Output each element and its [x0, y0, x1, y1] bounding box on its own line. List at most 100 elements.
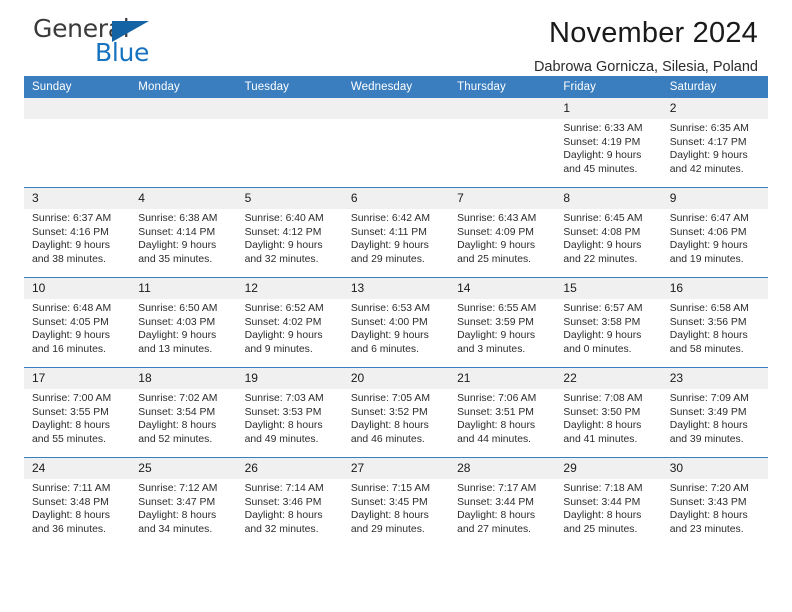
calendar-day-cell[interactable]: [342, 98, 450, 188]
day-number: [24, 98, 131, 119]
calendar-day-cell[interactable]: 27 Sunrise: 7:15 AM Sunset: 3:45 PM Dayligh…: [342, 457, 450, 547]
calendar-day-cell[interactable]: 12 Sunrise: 6:52 AM Sunset: 4:02 PM Dayligh…: [236, 277, 343, 368]
day-info: Sunrise: 6:47 AM Sunset: 4:06 PM Daylight:…: [662, 209, 768, 266]
day-number: 4: [130, 188, 237, 209]
sunrise-text: Sunrise: 7:15 AM: [350, 483, 430, 494]
sunrise-text: Sunrise: 6:40 AM: [244, 213, 324, 224]
calendar-day-cell[interactable]: 20 Sunrise: 7:05 AM Sunset: 3:52 PM Dayligh…: [342, 367, 450, 458]
calendar-day-cell[interactable]: 24 Sunrise: 7:11 AM Sunset: 3:48 PM Dayligh…: [24, 457, 131, 547]
calendar-day-cell[interactable]: 23 Sunrise: 7:09 AM Sunset: 3:49 PM Dayligh…: [661, 367, 768, 458]
day-cell-3: 3 Sunrise: 6:37 AM Sunset: 4:16 PM Daylight…: [24, 188, 131, 277]
sunrise-text: Sunrise: 6:47 AM: [669, 213, 749, 224]
calendar-day-cell[interactable]: 15 Sunrise: 6:57 AM Sunset: 3:58 PM Dayligh…: [555, 277, 662, 368]
day-info: Sunrise: 7:18 AM Sunset: 3:44 PM Daylight:…: [555, 479, 661, 536]
day-number: 19: [236, 368, 343, 389]
day-cell-4: 4 Sunrise: 6:38 AM Sunset: 4:14 PM Daylight…: [130, 188, 237, 277]
calendar-day-cell[interactable]: 25 Sunrise: 7:12 AM Sunset: 3:47 PM Dayligh…: [130, 457, 237, 547]
sunrise-text: Sunrise: 7:12 AM: [138, 483, 218, 494]
calendar-day-cell[interactable]: 30 Sunrise: 7:20 AM Sunset: 3:43 PM Dayligh…: [661, 457, 768, 547]
sunset-text: Sunset: 3:58 PM: [563, 316, 641, 328]
calendar-day-cell[interactable]: [130, 98, 237, 188]
daylight-text: Daylight: 8 hours and 23 minutes.: [669, 510, 748, 535]
day-cell-16: 16 Sunrise: 6:58 AM Sunset: 3:56 PM Dayligh…: [661, 278, 768, 367]
day-number: 16: [661, 278, 768, 299]
calendar-day-cell[interactable]: 29 Sunrise: 7:18 AM Sunset: 3:44 PM Dayligh…: [555, 457, 662, 547]
day-cell-8: 8 Sunrise: 6:45 AM Sunset: 4:08 PM Daylight…: [555, 188, 662, 277]
day-info: Sunrise: 6:45 AM Sunset: 4:08 PM Daylight:…: [555, 209, 661, 266]
day-cell-10: 10 Sunrise: 6:48 AM Sunset: 4:05 PM Dayligh…: [24, 278, 131, 367]
calendar-day-cell[interactable]: 21 Sunrise: 7:06 AM Sunset: 3:51 PM Dayligh…: [449, 367, 556, 458]
sunrise-text: Sunrise: 7:09 AM: [669, 393, 749, 404]
daylight-text: Daylight: 9 hours and 38 minutes.: [32, 240, 110, 265]
day-number: [342, 98, 450, 119]
calendar-day-cell[interactable]: 18 Sunrise: 7:02 AM Sunset: 3:54 PM Dayligh…: [130, 367, 237, 458]
sunrise-text: Sunrise: 7:20 AM: [669, 483, 749, 494]
calendar-day-cell[interactable]: 4 Sunrise: 6:38 AM Sunset: 4:14 PM Daylight…: [130, 187, 237, 278]
sunrise-text: Sunrise: 7:02 AM: [138, 393, 218, 404]
calendar-day-cell[interactable]: 5 Sunrise: 6:40 AM Sunset: 4:12 PM Daylight…: [236, 187, 343, 278]
calendar-day-cell[interactable]: 6 Sunrise: 6:42 AM Sunset: 4:11 PM Daylight…: [342, 187, 450, 278]
calendar-day-cell[interactable]: 2 Sunrise: 6:35 AM Sunset: 4:17 PM Daylight…: [661, 98, 768, 188]
sunrise-text: Sunrise: 6:55 AM: [457, 303, 537, 314]
calendar-week-row: 17 Sunrise: 7:00 AM Sunset: 3:55 PM Dayligh…: [24, 367, 768, 458]
day-info: Sunrise: 7:14 AM Sunset: 3:46 PM Daylight:…: [237, 479, 343, 536]
day-cell-11: 11 Sunrise: 6:50 AM Sunset: 4:03 PM Dayligh…: [130, 278, 237, 367]
day-info: Sunrise: 7:08 AM Sunset: 3:50 PM Daylight:…: [555, 389, 661, 446]
calendar-day-cell[interactable]: 13 Sunrise: 6:53 AM Sunset: 4:00 PM Dayligh…: [342, 277, 450, 368]
calendar-day-cell[interactable]: 11 Sunrise: 6:50 AM Sunset: 4:03 PM Dayligh…: [130, 277, 237, 368]
calendar-day-cell[interactable]: [449, 98, 556, 188]
day-cell-12: 12 Sunrise: 6:52 AM Sunset: 4:02 PM Dayligh…: [236, 278, 343, 367]
day-cell-27: 27 Sunrise: 7:15 AM Sunset: 3:45 PM Dayligh…: [342, 458, 450, 547]
day-info: Sunrise: 7:05 AM Sunset: 3:52 PM Daylight:…: [343, 389, 449, 446]
day-cell-empty: [236, 98, 343, 187]
sunset-text: Sunset: 3:52 PM: [350, 406, 428, 418]
calendar-day-cell[interactable]: 1 Sunrise: 6:33 AM Sunset: 4:19 PM Daylight…: [555, 98, 662, 188]
day-info: Sunrise: 6:37 AM Sunset: 4:16 PM Daylight:…: [24, 209, 130, 266]
day-number: 28: [449, 458, 556, 479]
calendar-week-row: 10 Sunrise: 6:48 AM Sunset: 4:05 PM Dayligh…: [24, 277, 768, 368]
daylight-text: Daylight: 9 hours and 25 minutes.: [457, 240, 536, 265]
calendar-day-cell[interactable]: [24, 98, 131, 188]
weekday-header-tuesday: Tuesday: [236, 76, 343, 98]
calendar-day-cell[interactable]: 9 Sunrise: 6:47 AM Sunset: 4:06 PM Daylight…: [661, 187, 768, 278]
day-number: 22: [555, 368, 662, 389]
sunset-text: Sunset: 3:49 PM: [669, 406, 747, 418]
weekday-header-wednesday: Wednesday: [342, 76, 450, 98]
sunrise-text: Sunrise: 7:14 AM: [244, 483, 324, 494]
day-cell-1: 1 Sunrise: 6:33 AM Sunset: 4:19 PM Daylight…: [555, 98, 662, 187]
daylight-text: Daylight: 8 hours and 58 minutes.: [669, 330, 748, 355]
calendar-week-row: 24 Sunrise: 7:11 AM Sunset: 3:48 PM Dayligh…: [24, 457, 768, 547]
day-number: 29: [555, 458, 662, 479]
calendar-day-cell[interactable]: 8 Sunrise: 6:45 AM Sunset: 4:08 PM Daylight…: [555, 187, 662, 278]
sunset-text: Sunset: 4:08 PM: [563, 226, 641, 238]
day-number: 1: [555, 98, 662, 119]
day-cell-13: 13 Sunrise: 6:53 AM Sunset: 4:00 PM Dayligh…: [342, 278, 450, 367]
daylight-text: Daylight: 8 hours and 29 minutes.: [350, 510, 429, 535]
calendar-day-cell[interactable]: 10 Sunrise: 6:48 AM Sunset: 4:05 PM Dayligh…: [24, 277, 131, 368]
calendar-day-cell[interactable]: 17 Sunrise: 7:00 AM Sunset: 3:55 PM Dayligh…: [24, 367, 131, 458]
sunset-text: Sunset: 4:12 PM: [244, 226, 322, 238]
calendar-day-cell[interactable]: 16 Sunrise: 6:58 AM Sunset: 3:56 PM Dayligh…: [661, 277, 768, 368]
calendar-day-cell[interactable]: 26 Sunrise: 7:14 AM Sunset: 3:46 PM Dayligh…: [236, 457, 343, 547]
sunrise-text: Sunrise: 7:11 AM: [32, 483, 111, 494]
daylight-text: Daylight: 9 hours and 0 minutes.: [563, 330, 642, 355]
sunrise-text: Sunrise: 6:58 AM: [669, 303, 749, 314]
daylight-text: Daylight: 8 hours and 32 minutes.: [244, 510, 323, 535]
calendar-day-cell[interactable]: [236, 98, 343, 188]
calendar-day-cell[interactable]: 14 Sunrise: 6:55 AM Sunset: 3:59 PM Dayligh…: [449, 277, 556, 368]
day-cell-29: 29 Sunrise: 7:18 AM Sunset: 3:44 PM Dayligh…: [555, 458, 662, 547]
calendar-day-cell[interactable]: 28 Sunrise: 7:17 AM Sunset: 3:44 PM Dayligh…: [449, 457, 556, 547]
day-cell-7: 7 Sunrise: 6:43 AM Sunset: 4:09 PM Daylight…: [449, 188, 556, 277]
calendar-day-cell[interactable]: 19 Sunrise: 7:03 AM Sunset: 3:53 PM Dayligh…: [236, 367, 343, 458]
day-cell-30: 30 Sunrise: 7:20 AM Sunset: 3:43 PM Dayligh…: [661, 458, 768, 547]
calendar-day-cell[interactable]: 3 Sunrise: 6:37 AM Sunset: 4:16 PM Daylight…: [24, 187, 131, 278]
brand-logo[interactable]: General Blue: [33, 14, 253, 72]
day-number: 21: [449, 368, 556, 389]
day-cell-28: 28 Sunrise: 7:17 AM Sunset: 3:44 PM Dayligh…: [449, 458, 556, 547]
daylight-text: Daylight: 9 hours and 22 minutes.: [563, 240, 642, 265]
calendar-day-cell[interactable]: 22 Sunrise: 7:08 AM Sunset: 3:50 PM Dayligh…: [555, 367, 662, 458]
calendar-day-cell[interactable]: 7 Sunrise: 6:43 AM Sunset: 4:09 PM Daylight…: [449, 187, 556, 278]
sunrise-text: Sunrise: 6:33 AM: [563, 123, 643, 134]
sunrise-text: Sunrise: 6:38 AM: [138, 213, 218, 224]
day-info: Sunrise: 7:02 AM Sunset: 3:54 PM Daylight:…: [130, 389, 236, 446]
